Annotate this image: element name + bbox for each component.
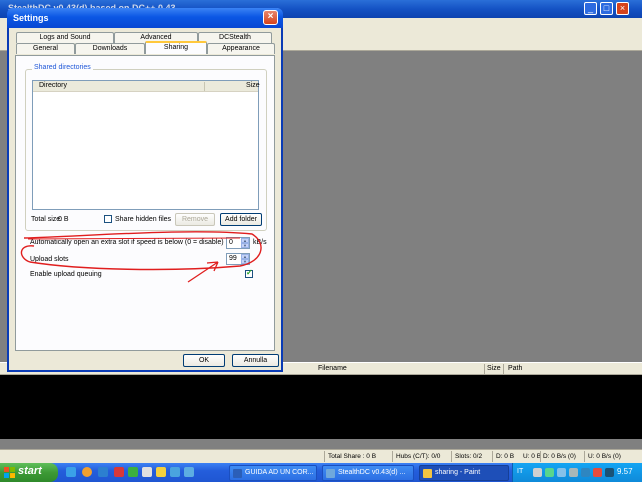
tray-icon-3[interactable] (557, 468, 566, 477)
firefox-icon[interactable] (82, 467, 92, 477)
extra-slot-unit: kB/s (253, 239, 267, 246)
upload-slots-value: 99 (229, 255, 237, 262)
start-label: start (18, 465, 42, 477)
status-downloaded: D: 0 B (496, 453, 515, 460)
word-icon[interactable] (184, 467, 194, 477)
tray-icon-7[interactable] (605, 468, 614, 477)
app-icon[interactable] (170, 467, 180, 477)
task-guida[interactable]: GUIDA AD UN COR... (229, 465, 317, 481)
stealthdc-icon (326, 469, 335, 478)
status-slots: Slots: 0/2 (455, 453, 483, 460)
extra-slot-spinner[interactable]: 0 ▲ ▼ (226, 237, 250, 249)
tray-icon-5[interactable] (581, 468, 590, 477)
share-hidden-checkbox[interactable] (104, 215, 112, 223)
language-indicator[interactable]: IT (517, 468, 523, 475)
spin-down-icon[interactable]: ▼ (241, 259, 249, 264)
remove-button[interactable]: Remove (175, 213, 215, 226)
ie-icon[interactable] (66, 467, 76, 477)
media-icon[interactable] (114, 467, 124, 477)
column-filename[interactable]: Filename (318, 365, 347, 372)
dir-list-header: Directory Size (33, 81, 260, 92)
extra-slot-value: 0 (229, 239, 233, 246)
tab-appearance[interactable]: Appearance (207, 43, 275, 54)
status-uploaded: U: 0 B (523, 453, 542, 460)
dialog-titlebar: Settings × (7, 8, 283, 28)
tab-general[interactable]: General (16, 43, 75, 54)
close-icon[interactable]: × (616, 2, 629, 15)
status-hubs: Hubs (C/T): 0/0 (396, 453, 441, 460)
status-total-share: Total Share : 0 B (328, 453, 377, 460)
tray-icon-6[interactable] (593, 468, 602, 477)
status-upload-speed: U: 0 B/s (0) (588, 453, 621, 460)
ok-button[interactable]: OK (183, 354, 225, 367)
maximize-icon[interactable]: □ (600, 2, 613, 15)
taskbar: start GUIDA AD UN COR... StealthDC v0.43… (0, 463, 642, 482)
results-list[interactable] (0, 375, 642, 439)
share-hidden-label: Share hidden files (115, 216, 172, 223)
checkmark-icon: ✓ (246, 268, 253, 277)
tab-logs-and-sound[interactable]: Logs and Sound (16, 32, 114, 43)
notepad-icon[interactable] (142, 467, 152, 477)
sharing-panel: Shared directories Directory Size Total … (15, 55, 275, 351)
settings-dialog: Settings × Logs and Sound Advanced DCSte… (7, 8, 283, 372)
column-path[interactable]: Path (508, 365, 522, 372)
status-bar: Total Share : 0 B Hubs (C/T): 0/0 Slots:… (0, 449, 642, 463)
total-size-value: 0 B (58, 216, 69, 223)
clock: 9.57 (617, 467, 633, 476)
paint-icon (423, 469, 432, 478)
tab-sharing[interactable]: Sharing (145, 41, 207, 54)
tray-icon-2[interactable] (545, 468, 554, 477)
task-paint[interactable]: sharing - Paint (419, 465, 509, 481)
chat-icon[interactable] (128, 467, 138, 477)
windows-logo-icon (4, 467, 15, 478)
start-button[interactable]: start (0, 463, 58, 482)
column-size[interactable]: Size (487, 365, 501, 372)
dialog-close-icon[interactable]: × (263, 10, 278, 25)
tab-dcstealth[interactable]: DCStealth (198, 32, 272, 43)
dialog-title: Settings (13, 13, 49, 23)
word-doc-icon (233, 469, 242, 478)
shared-directories-group: Shared directories Directory Size Total … (25, 64, 267, 231)
minimize-icon[interactable]: _ (584, 2, 597, 15)
task-stealthdc[interactable]: StealthDC v0.43(d) ... (322, 465, 414, 481)
folder-icon[interactable] (156, 467, 166, 477)
shared-directories-label: Shared directories (32, 64, 93, 71)
add-folder-button[interactable]: Add folder (220, 213, 262, 226)
extra-slot-label: Automatically open an extra slot if spee… (30, 239, 224, 246)
column-dir-size[interactable]: Size (246, 82, 260, 89)
enable-queue-label: Enable upload queuing (30, 271, 102, 278)
upload-slots-label: Upload slots (30, 256, 69, 263)
status-download-speed: D: 0 B/s (0) (543, 453, 576, 460)
tab-downloads[interactable]: Downloads (75, 43, 145, 54)
enable-queue-checkbox[interactable]: ✓ (245, 268, 253, 278)
cancel-button[interactable]: Annulla (232, 354, 279, 367)
spin-down-icon[interactable]: ▼ (241, 243, 249, 248)
tray-icon-1[interactable] (533, 468, 542, 477)
column-directory[interactable]: Directory (39, 82, 67, 89)
upload-slots-spinner[interactable]: 99 ▲ ▼ (226, 253, 250, 265)
shared-directories-list[interactable]: Directory Size (32, 80, 260, 210)
desktop-icon[interactable] (98, 467, 108, 477)
tray-icon-4[interactable] (569, 468, 578, 477)
